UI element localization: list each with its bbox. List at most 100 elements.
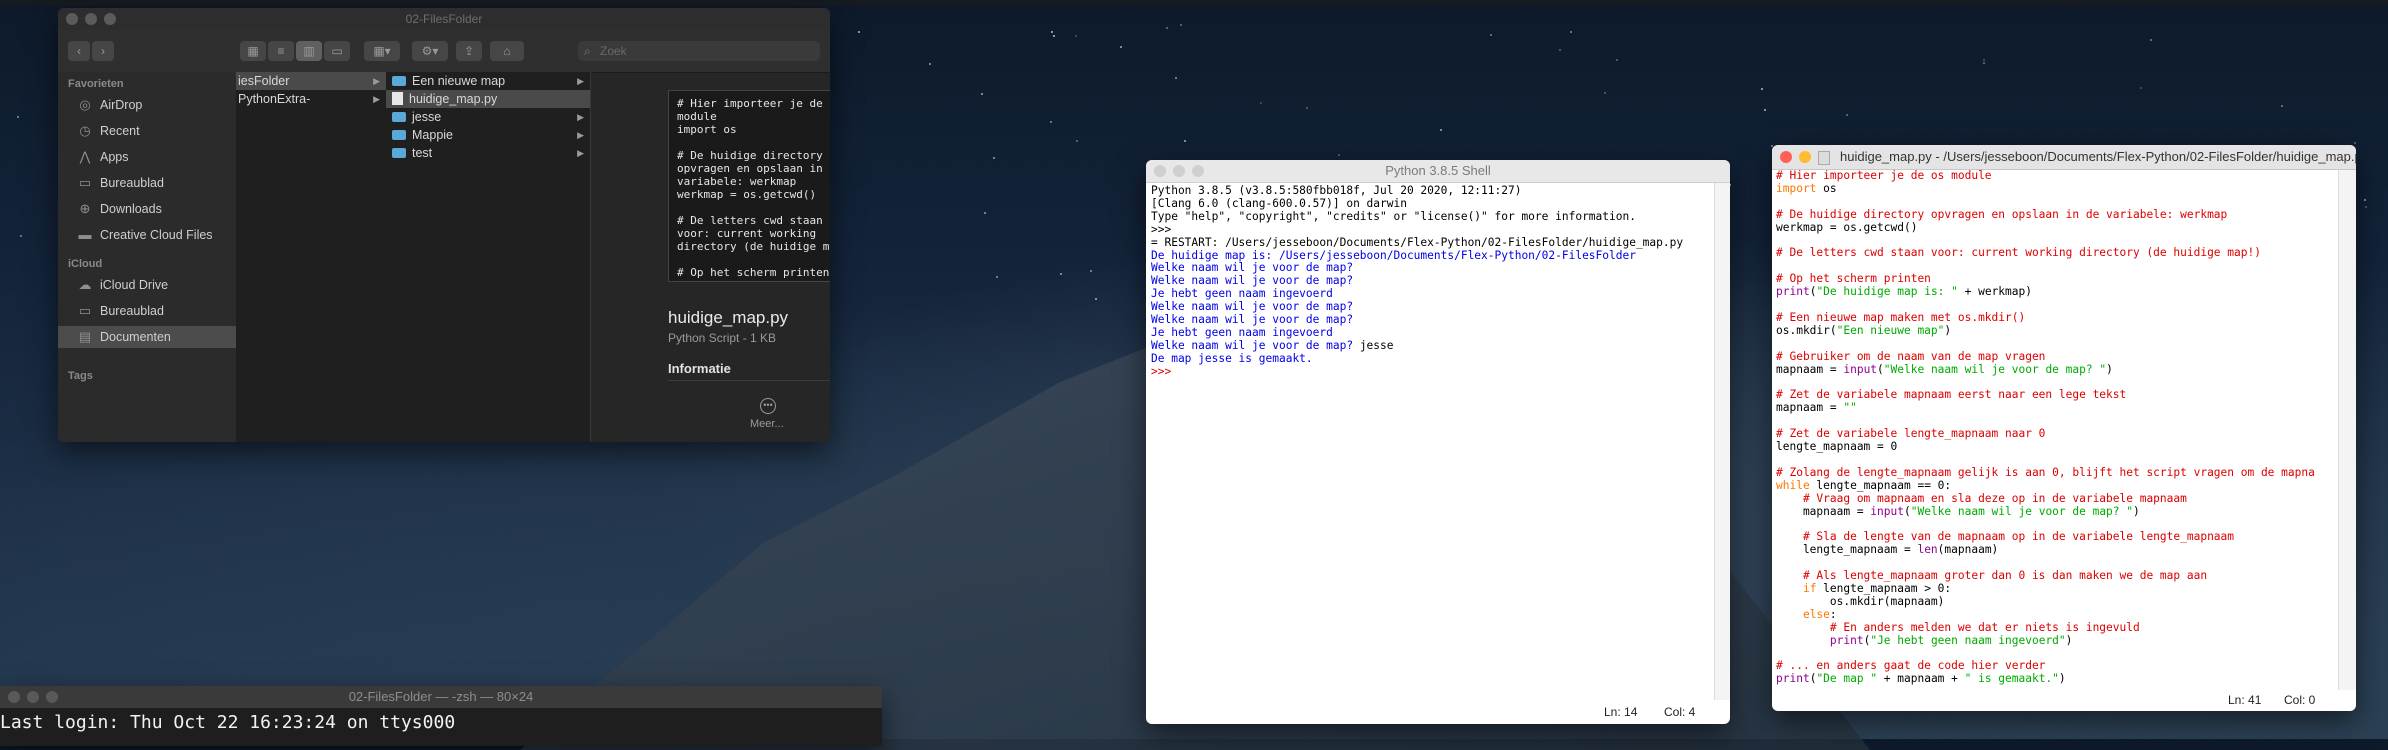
list-item[interactable]: Een nieuwe map ▶ [386,72,590,90]
close-button[interactable] [66,13,78,25]
terminal-title: 02-FilesFolder — -zsh — 80×24 [348,689,534,704]
folder-icon [392,129,406,140]
star [1490,33,1493,36]
shell-line: Type "help", "copyright", "credits" or "… [1151,209,1636,223]
editor-titlebar: huidige_map.py - /Users/jesseboon/Docume… [1772,145,2356,170]
close-button[interactable] [1780,151,1792,163]
desktop-icon: ▭ [78,303,92,318]
zoom-button[interactable] [46,691,58,703]
code-line: print("De huidige map is: " + werkmap) [1776,285,2032,299]
folder-icon [392,75,406,86]
shell-output[interactable]: Python 3.8.5 (v3.8.5:580fbb018f, Jul 20 … [1151,184,1683,379]
apps-icon: ⋀ [79,149,91,164]
code-line: os.mkdir(mapnaam) [1776,594,1945,608]
list-item[interactable]: test ▶ [386,144,590,162]
tag-icon[interactable]: ⌂ [490,41,524,61]
line-indicator: Ln: 14 [1604,705,1638,719]
minimize-button[interactable] [1799,151,1811,163]
star [1338,154,1341,157]
star [1760,88,1763,90]
star [992,157,995,160]
chevron-right-icon: ▶ [577,130,584,140]
sidebar-item-airdrop[interactable]: ◎ AirDrop [58,94,236,116]
python-file-icon [392,92,403,106]
sidebar-item-icloud-drive[interactable]: ☁ iCloud Drive [58,274,236,296]
idle-editor-window: huidige_map.py - /Users/jesseboon/Docume… [1772,145,2356,711]
star [1179,23,1182,26]
zoom-button[interactable] [1192,165,1204,177]
sidebar-item-icloud-bureaublad[interactable]: ▭ Bureaublad [58,300,236,322]
star [1089,269,1092,272]
code-line: print("De map " + mapnaam + " is gemaakt… [1776,672,2066,686]
close-button[interactable] [1154,165,1166,177]
code-line: mapnaam = input("Welke naam wil je voor … [1776,362,2113,376]
star [981,93,984,96]
close-button[interactable] [8,691,20,703]
sidebar-item-apps[interactable]: ⋀ Apps [58,146,236,168]
share-icon[interactable]: ⇪ [456,41,482,61]
more-icon[interactable]: ••• [760,398,776,414]
gear-icon[interactable]: ⚙▾ [412,41,448,61]
star [1616,58,1619,61]
sidebar-item-recent[interactable]: ◷ Recent [58,120,236,142]
sidebar-item-documenten[interactable]: ▤ Documenten [58,326,236,348]
back-arrow-icon[interactable]: ‹ [68,41,90,61]
gallery-view-button[interactable]: ▭ [324,41,350,61]
chevron-right-icon: ▶ [373,94,380,104]
star [2353,141,2356,144]
sidebar-header-icloud: iCloud [68,258,103,270]
chevron-right-icon: ▶ [577,76,584,86]
list-item[interactable]: iesFolder ▶ [236,72,386,90]
star [2363,198,2366,201]
preview-info-header: Informatie [668,361,731,376]
file-preview: # Hier importeer je de os module import … [668,90,830,282]
minimize-button[interactable] [27,691,39,703]
star [928,63,931,66]
terminal-output[interactable]: Last login: Thu Oct 22 16:23:24 on ttys0… [0,712,455,733]
terminal-titlebar: 02-FilesFolder — -zsh — 80×24 [0,686,882,708]
sidebar-item-bureaublad[interactable]: ▭ Bureaublad [58,172,236,194]
star [1983,58,1986,61]
python-file-icon [1818,151,1830,165]
star [2140,87,2143,90]
list-item[interactable]: Mappie ▶ [386,126,590,144]
icon-view-button[interactable]: ▦ [240,41,266,61]
code-line: # Hier importeer je de os module [1776,169,1992,182]
minimize-button[interactable] [1173,165,1185,177]
list-view-button[interactable]: ≡ [268,41,294,61]
list-item[interactable]: PythonExtra- ▶ [236,90,386,108]
star [1060,272,1063,275]
line-indicator: Ln: 41 [2228,693,2262,707]
column-indicator: Col: 4 [1664,705,1696,719]
star [984,212,987,215]
finder-column-2: Een nieuwe map ▶ huidige_map.py jesse ▶ Ma… [386,72,591,442]
group-button[interactable]: ▦▾ [364,41,400,61]
zoom-button[interactable] [104,13,116,25]
minimize-button[interactable] [85,13,97,25]
more-button[interactable]: Meer... [750,418,784,430]
sidebar-item-downloads[interactable]: ⊕ Downloads [58,198,236,220]
airdrop-icon: ◎ [79,97,91,112]
star [1183,139,1186,142]
star [1306,107,1309,110]
code-line: lengte_mapnaam = len(mapnaam) [1776,543,1999,557]
forward-arrow-icon[interactable]: › [92,41,114,61]
scrollbar[interactable] [1714,183,1730,700]
download-icon: ⊕ [79,201,91,216]
editor-code[interactable]: # Hier importeer je de os module import o… [1776,169,2315,686]
finder-column-1: iesFolder ▶ PythonExtra- ▶ [236,72,387,442]
search-input[interactable]: ⌕ Zoek [578,41,820,61]
star [1053,34,1056,37]
finder-sidebar: Favorieten ◎ AirDrop ◷ Recent ⋀ Apps ▭ Burea… [58,72,236,442]
sidebar-item-creative-cloud[interactable]: ▬ Creative Cloud Files [58,224,236,246]
star [1166,27,1169,30]
finder-window: 02-FilesFolder ‹ › ▦ ≡ ▥ ▭ ▦▾ ⚙▾ ⇪ ⌂ ⌕ Z… [58,8,830,442]
list-item[interactable]: jesse ▶ [386,108,590,126]
scrollbar[interactable] [2338,170,2356,690]
list-item[interactable]: huidige_map.py [386,90,590,108]
document-icon: ▤ [78,329,92,344]
finder-title: 02-FilesFolder [405,12,483,26]
column-view-button[interactable]: ▥ [296,41,322,61]
star [1075,35,1078,38]
search-placeholder: Zoek [600,44,627,58]
